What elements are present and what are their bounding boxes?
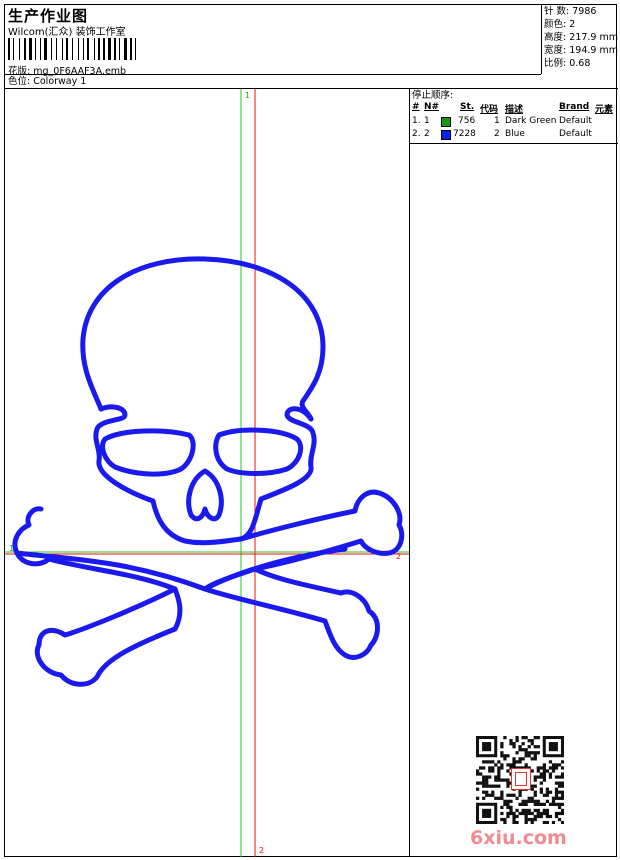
row1-code: 1 xyxy=(494,116,500,126)
col-brand: Brand xyxy=(559,102,590,112)
row1-brand: Default xyxy=(559,116,592,126)
row1-stitches: 756 xyxy=(458,116,476,126)
production-worksheet: 生产作业图 Wilcom(汇众) 装饰工作室 花版: mg_0F6AAF3A.e… xyxy=(4,4,618,857)
embroidery-design: 1 1 2 2 xyxy=(5,89,409,857)
row1-color-swatch xyxy=(441,117,451,127)
design-height: 高度: 217.9 mm xyxy=(544,32,618,43)
col-element: 元素 xyxy=(595,105,614,115)
col-hash: # xyxy=(412,102,420,112)
bone-lower-left xyxy=(34,586,183,687)
sheet-header: 生产作业图 Wilcom(汇众) 装饰工作室 花版: mg_0F6AAF3A.e… xyxy=(5,5,618,89)
colorway-value: Colorway 1 xyxy=(33,76,87,87)
row1-number: 1 xyxy=(424,116,430,126)
skull-nose xyxy=(186,468,224,522)
marker-right: 2 xyxy=(396,552,401,561)
bone-lower-right xyxy=(202,566,380,660)
barcode-image xyxy=(8,38,136,60)
col-no: N# xyxy=(424,102,440,112)
row2-description: Blue xyxy=(505,129,525,139)
row1-index: 1. xyxy=(412,116,421,126)
skull-crossbones-outline xyxy=(12,256,405,687)
col-stitches: St. xyxy=(460,102,475,112)
row2-number: 2 xyxy=(424,129,430,139)
row2-index: 2. xyxy=(412,129,421,139)
stop-sequence-title: 停止顺序: xyxy=(412,90,454,101)
stop-sequence-table: # N# St. 代码 描述 Brand 元素 1. 1 756 1 Dark … xyxy=(410,102,618,144)
marker-top: 1 xyxy=(245,91,250,100)
design-scale: 比例: 0.68 xyxy=(544,58,591,69)
right-eye-socket xyxy=(213,427,304,476)
site-watermark: 6xiu.com xyxy=(470,827,567,849)
bone-upper-left xyxy=(12,506,178,592)
stitch-count: 针 数: 7986 xyxy=(544,6,597,17)
design-width: 宽度: 194.9 mm xyxy=(544,45,618,56)
row2-color-swatch xyxy=(441,130,451,140)
color-count: 颜色: 2 xyxy=(544,19,576,30)
marker-left: 1 xyxy=(9,544,14,553)
left-eye-socket xyxy=(100,428,196,477)
colorway-line: 色位: Colorway 1 xyxy=(5,74,541,88)
skull-cranium xyxy=(80,256,326,422)
col-description: 描述 xyxy=(505,105,524,115)
marker-bottom: 2 xyxy=(259,846,264,855)
row1-description: Dark Green xyxy=(505,116,557,126)
seal-logo-icon xyxy=(511,768,531,790)
bone-upper-right xyxy=(238,489,405,572)
row2-brand: Default xyxy=(559,129,592,139)
design-stats: 针 数: 7986 颜色: 2 高度: 217.9 mm 宽度: 194.9 m… xyxy=(541,5,618,74)
row2-stitches: 7228 xyxy=(453,129,476,139)
col-code: 代码 xyxy=(480,105,499,115)
design-preview: 1 1 2 2 xyxy=(5,89,409,857)
colorway-label: 色位: xyxy=(8,76,31,87)
row2-code: 2 xyxy=(494,129,500,139)
company-name: Wilcom(汇众) 装饰工作室 xyxy=(8,27,126,38)
